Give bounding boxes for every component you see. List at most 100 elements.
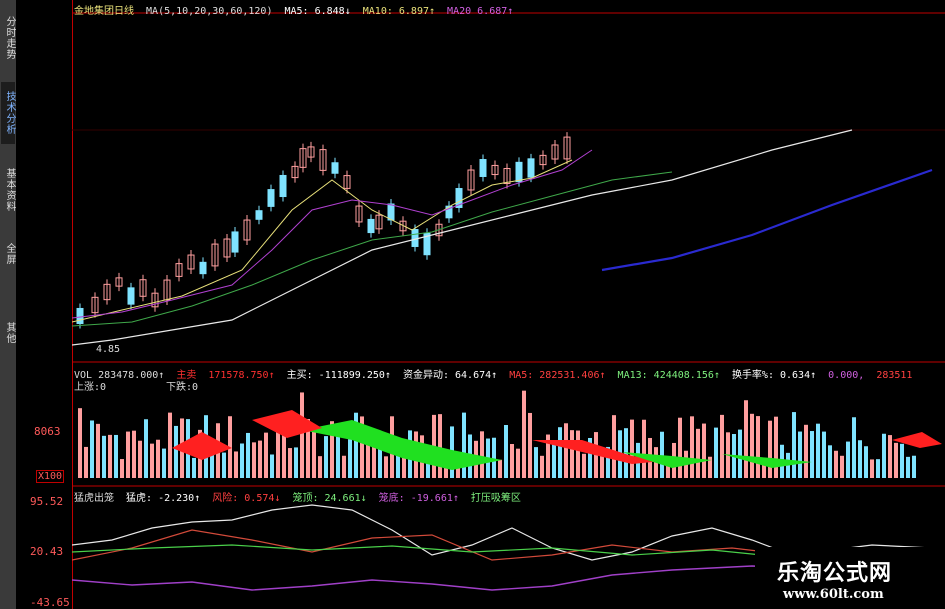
volume-bar — [846, 441, 850, 478]
indicator-header: 猛虎出笼 猛虎: -2.230↑ 风险: 0.574↓ 笼顶: 24.661↓ … — [74, 489, 527, 504]
volume-bar — [804, 424, 808, 478]
volume-bar — [144, 419, 148, 478]
volume-bar — [870, 459, 874, 478]
volume-bar — [312, 429, 316, 478]
volume-bar — [900, 443, 904, 478]
volume-bar — [702, 423, 706, 478]
volume-bar — [168, 412, 172, 478]
candle — [515, 161, 523, 183]
volume-bar — [690, 416, 694, 478]
indicator-name: 猛虎出笼 — [74, 493, 114, 504]
low-price-label: 4.85 — [96, 344, 121, 355]
volume-bar — [540, 455, 544, 478]
volume-bar — [564, 423, 568, 478]
volume-bar — [798, 431, 802, 478]
volume-bar — [840, 455, 844, 478]
volume-bar — [570, 430, 574, 478]
fund-move-value: 资金异动: 64.674↑ — [402, 370, 498, 381]
candle — [255, 210, 263, 220]
volume-bar — [642, 419, 646, 478]
tab-fullscreen[interactable]: 全屏 — [1, 236, 15, 272]
extra-value-1: 0.000, — [828, 370, 865, 381]
volume-bar — [774, 416, 778, 478]
candle — [127, 287, 135, 305]
volume-bar — [318, 456, 322, 478]
volume-bar — [300, 392, 304, 478]
tab-intraday[interactable]: 分时走势 — [1, 8, 15, 68]
ma-10-line — [72, 159, 573, 323]
volume-bar — [660, 431, 664, 478]
volume-bar — [222, 452, 226, 478]
volume-bar — [126, 431, 130, 478]
volume-bar — [912, 455, 916, 478]
volume-bar — [258, 440, 262, 478]
ma20-value: MA20 6.687↑ — [447, 6, 514, 17]
tab-fundamentals[interactable]: 基本资料 — [1, 160, 15, 220]
vol-ma5-value: MA5: 282531.406↑ — [509, 370, 606, 381]
tab-technical-analysis[interactable]: 技术分析 — [1, 82, 15, 144]
sidebar: 分时走势 技术分析 基本资料 全屏 其他 — [0, 0, 17, 609]
volume-bar — [264, 432, 268, 478]
volume-bar — [294, 447, 298, 478]
candle — [76, 307, 84, 325]
volume-bar — [90, 420, 94, 478]
volume-bar — [270, 454, 274, 478]
volume-bar — [192, 457, 196, 478]
volume-bar — [534, 447, 538, 478]
ma-20-line — [72, 149, 593, 319]
fund-flow-band — [892, 432, 942, 448]
volume-bar — [132, 430, 136, 478]
volume-chart — [78, 390, 942, 478]
main-sell-value: 171578.750↑ — [208, 370, 275, 381]
ma-params: MA(5,10,20,30,60,120) — [146, 6, 273, 17]
volume-bar — [852, 417, 856, 478]
fund-flow-band — [252, 410, 322, 438]
volume-bar — [738, 429, 742, 478]
volume-bar — [162, 448, 166, 478]
volume-bar — [234, 451, 238, 478]
vol-ma13-value: MA13: 424408.156↑ — [617, 370, 720, 381]
volume-bar — [882, 433, 886, 478]
tab-other[interactable]: 其他 — [1, 318, 15, 348]
volume-bar — [810, 431, 814, 478]
main-buy-value: 主买: -111899.250↑ — [286, 370, 391, 381]
volume-bar — [246, 432, 250, 478]
volume-bar — [696, 428, 700, 478]
volume-bar — [858, 440, 862, 478]
candle — [411, 229, 419, 247]
volume-bar — [438, 414, 442, 478]
volume-bar — [768, 420, 772, 478]
volume-bar — [558, 427, 562, 478]
ma10-value: MA10: 6.897↑ — [362, 6, 436, 17]
volume-bar — [630, 419, 634, 478]
volume-bar — [894, 442, 898, 478]
volume-bar — [678, 417, 682, 478]
volume-bar — [492, 437, 496, 478]
volume-bar — [102, 435, 106, 478]
volume-bar — [78, 408, 82, 478]
volume-bar — [108, 434, 112, 478]
indicator-axis-top: 95.52 — [30, 495, 64, 508]
watermark-url: www.60lt.com — [783, 587, 884, 602]
candle — [231, 231, 239, 253]
candle — [279, 174, 287, 198]
volume-bar — [528, 412, 532, 478]
price-chart — [72, 129, 933, 346]
volume-bar — [822, 431, 826, 478]
volume-bar — [516, 448, 520, 478]
tiger-value: 猛虎: -2.230↑ — [126, 493, 201, 504]
volume-bar — [138, 440, 142, 478]
volume-bar — [276, 429, 280, 478]
indicator-axis-mid: 20.43 — [30, 545, 64, 558]
candle — [527, 158, 535, 178]
cage-top-value: 笼顶: 24.661↓ — [292, 493, 367, 504]
volume-bar — [114, 434, 118, 478]
volume-bar — [582, 453, 586, 478]
volume-bar — [480, 431, 484, 478]
volume-bar — [552, 441, 556, 478]
volume-bar — [888, 435, 892, 478]
volume-bar — [120, 459, 124, 478]
chart-canvas[interactable] — [72, 0, 945, 609]
stock-title: 金地集团日线 — [74, 6, 134, 17]
accumulation-zone-label: 打压吸筹区 — [470, 493, 521, 504]
